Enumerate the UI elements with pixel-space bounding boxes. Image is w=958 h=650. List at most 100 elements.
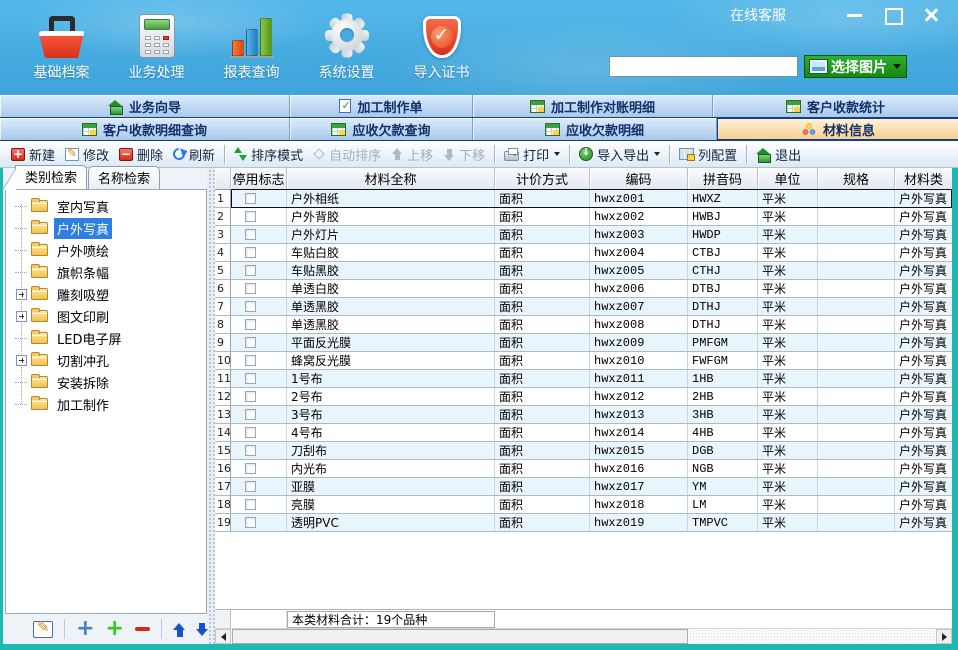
table-row[interactable]: 133号布面积hwxz0133HB平米户外写真 [215,406,952,424]
remove-category-icon[interactable] [135,627,150,631]
expand-icon[interactable] [16,311,27,322]
add-root-category-icon[interactable]: + [76,620,94,638]
tab-name-search[interactable]: 名称检索 [88,166,160,189]
tab-receipt-detail-query[interactable]: 客户收款明细查询 [0,118,290,140]
disable-flag-checkbox[interactable] [245,481,256,492]
horizontal-scrollbar[interactable] [215,628,952,644]
table-row[interactable]: 2户外背胶面积hwxz002HWBJ平米户外写真 [215,208,952,226]
table-row[interactable]: 1户外相纸面积hwxz001HWXZ平米户外写真 [215,190,952,208]
tree-item[interactable]: 户外喷绘 [6,239,206,261]
select-image-button[interactable]: 选择图片 [804,55,907,78]
tree-item[interactable]: 户外写真 [6,217,206,239]
disable-flag-checkbox[interactable] [245,409,256,420]
tree-item[interactable]: 室内写真 [6,195,206,217]
add-sub-category-icon[interactable]: + [106,620,124,638]
disable-flag-checkbox[interactable] [245,301,256,312]
table-row[interactable]: 19透明PVC面积hwxz019TMPVC平米户外写真 [215,514,952,532]
disable-flag-checkbox[interactable] [245,211,256,222]
disable-flag-checkbox[interactable] [245,337,256,348]
disable-flag-checkbox[interactable] [245,517,256,528]
table-row[interactable]: 144号布面积hwxz0144HB平米户外写真 [215,424,952,442]
expand-icon[interactable] [16,289,27,300]
disable-flag-checkbox[interactable] [245,355,256,366]
tree-item[interactable]: 旗帜条幅 [6,261,206,283]
minimize-icon[interactable] [844,6,866,24]
header-code[interactable]: 编码 [590,168,688,189]
disable-flag-checkbox[interactable] [245,247,256,258]
table-row[interactable]: 6单透白胶面积hwxz006DTBJ平米户外写真 [215,280,952,298]
disable-flag-checkbox[interactable] [245,229,256,240]
sort-mode-button[interactable]: 排序模式 [229,142,308,167]
header-pricing-method[interactable]: 计价方式 [495,168,590,189]
nav-item-import-cert[interactable]: 导入证书 [394,6,489,82]
disable-flag-checkbox[interactable] [245,265,256,276]
tab-customer-receipts-stats[interactable]: 客户收款统计 [713,95,958,117]
disable-flag-checkbox[interactable] [245,427,256,438]
tree-item[interactable]: 安装拆除 [6,371,206,393]
tab-business-wizard[interactable]: 业务向导 [0,95,290,117]
tree-item[interactable]: LED电子屏 [6,327,206,349]
disable-flag-checkbox[interactable] [245,463,256,474]
tree-item[interactable]: 切割冲孔 [6,349,206,371]
online-service-link[interactable]: 在线客服 [730,5,786,25]
import-export-button[interactable]: 导入导出 [574,142,665,167]
header-spec[interactable]: 规格 [818,168,895,189]
exit-button[interactable]: 退出 [751,142,806,167]
table-row[interactable]: 5车贴黑胶面积hwxz005CTHJ平米户外写真 [215,262,952,280]
disable-flag-checkbox[interactable] [245,319,256,330]
disable-flag-checkbox[interactable] [245,283,256,294]
table-row[interactable]: 111号布面积hwxz0111HB平米户外写真 [215,370,952,388]
disable-flag-checkbox[interactable] [245,193,256,204]
table-row[interactable]: 18亮膜面积hwxz018LM平米户外写真 [215,496,952,514]
disable-flag-checkbox[interactable] [245,499,256,510]
table-row[interactable]: 17亚膜面积hwxz017YM平米户外写真 [215,478,952,496]
table-row[interactable]: 7单透黑胶面积hwxz007DTHJ平米户外写真 [215,298,952,316]
table-row[interactable]: 3户外灯片面积hwxz003HWDP平米户外写真 [215,226,952,244]
nav-item-business[interactable]: 业务处理 [109,6,204,82]
close-icon[interactable] [920,6,942,24]
table-row[interactable]: 8单透黑胶面积hwxz008DTHJ平米户外写真 [215,316,952,334]
maximize-icon[interactable] [882,6,904,24]
delete-button[interactable]: 删除 [114,142,168,167]
header-pinyin-code[interactable]: 拼音码 [688,168,758,189]
header-material-name[interactable]: 材料全称 [287,168,495,189]
tree-item[interactable]: 雕刻吸塑 [6,283,206,305]
new-button[interactable]: 新建 [6,142,60,167]
header-disable-flag[interactable]: 停用标志 [231,168,287,189]
modify-button[interactable]: 修改 [60,142,114,167]
column-config-button[interactable]: 列配置 [674,142,742,167]
tree-item[interactable]: 图文印刷 [6,305,206,327]
tab-receivable-query[interactable]: 应收欠款查询 [290,118,473,140]
nav-item-settings[interactable]: 系统设置 [299,6,394,82]
move-category-down-icon[interactable] [196,623,207,636]
table-row[interactable]: 122号布面积hwxz0122HB平米户外写真 [215,388,952,406]
disable-flag-checkbox[interactable] [245,391,256,402]
tree-item[interactable]: 加工制作 [6,393,206,415]
disable-flag-checkbox[interactable] [245,445,256,456]
scrollbar-track[interactable] [689,629,936,644]
print-button[interactable]: 打印 [499,142,565,167]
edit-category-icon[interactable] [33,621,53,638]
header-category[interactable]: 材料类 [895,168,952,189]
table-row[interactable]: 10蜂窝反光膜面积hwxz010FWFGM平米户外写真 [215,352,952,370]
header-unit[interactable]: 单位 [758,168,818,189]
table-row[interactable]: 9平面反光膜面积hwxz009PMFGM平米户外写真 [215,334,952,352]
disable-flag-checkbox[interactable] [245,373,256,384]
nav-item-reports[interactable]: 报表查询 [204,6,299,82]
expand-icon[interactable] [16,355,27,366]
scrollbar-thumb[interactable] [232,629,688,644]
table-row[interactable]: 15刀刮布面积hwxz015DGB平米户外写真 [215,442,952,460]
scroll-right-icon[interactable] [936,629,952,644]
image-search-input[interactable] [609,56,798,77]
table-row[interactable]: 4车贴白胶面积hwxz004CTBJ平米户外写真 [215,244,952,262]
tab-work-statement[interactable]: 加工制作对账明细 [473,95,713,117]
nav-item-basic-archives[interactable]: 基础档案 [14,6,109,82]
tab-category-search[interactable]: 类别检索 [15,165,87,189]
tab-material-info[interactable]: 材料信息 [717,118,958,140]
table-row[interactable]: 16内光布面积hwxz016NGB平米户外写真 [215,460,952,478]
tab-receivable-detail[interactable]: 应收欠款明细 [473,118,717,140]
refresh-button[interactable]: 刷新 [168,142,220,167]
sidebar-splitter[interactable] [207,168,215,644]
scroll-left-icon[interactable] [215,629,231,644]
tab-work-order[interactable]: 加工制作单 [290,95,473,117]
